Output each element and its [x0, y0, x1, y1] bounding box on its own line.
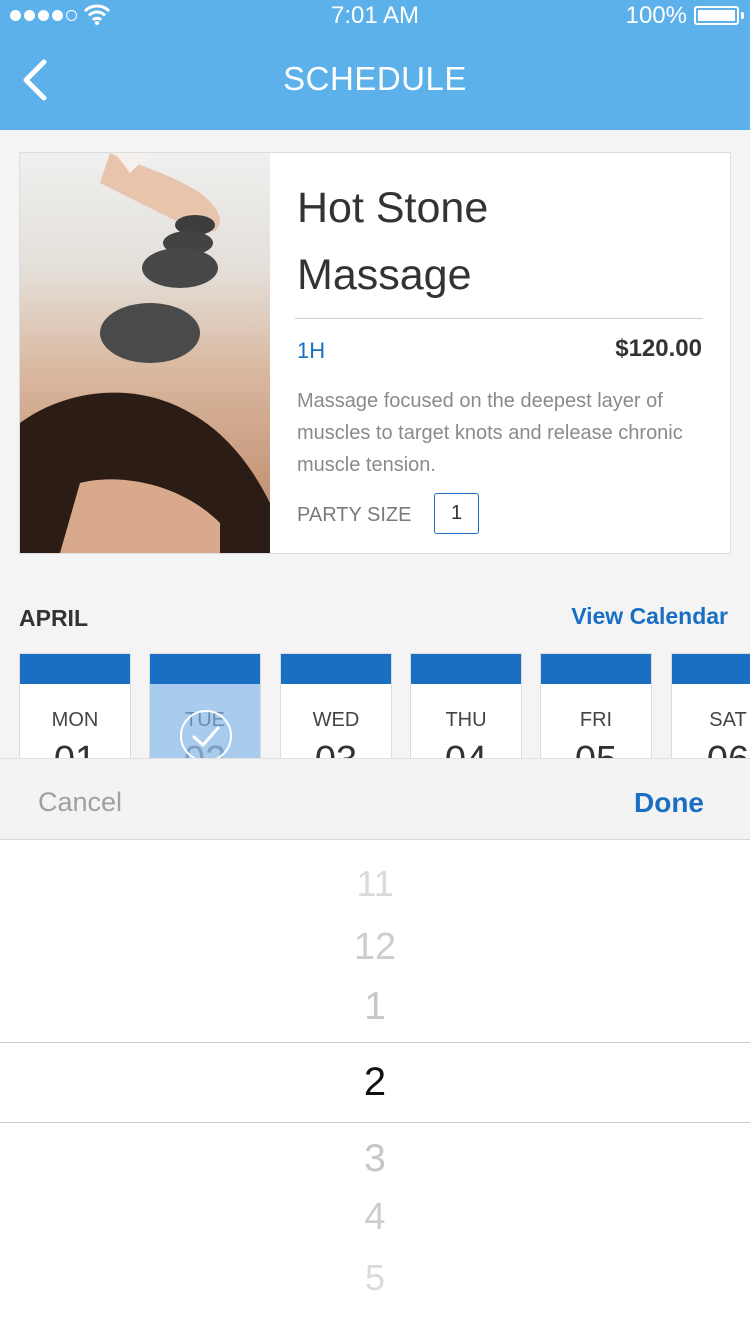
- day-card-header: [281, 654, 391, 684]
- battery-percent: 100%: [625, 2, 687, 29]
- picker-option[interactable]: 5: [0, 1257, 750, 1299]
- month-label: APRIL: [19, 605, 88, 631]
- picker-option[interactable]: 12: [0, 926, 750, 969]
- picker-selection-line-top: [0, 1042, 750, 1043]
- picker-selection-line-bottom: [0, 1122, 750, 1123]
- party-size-field[interactable]: 1: [434, 493, 479, 534]
- battery-tip: [741, 12, 744, 19]
- cancel-button[interactable]: Cancel: [38, 787, 122, 818]
- picker-option[interactable]: 3: [0, 1137, 750, 1181]
- card-divider: [295, 318, 703, 319]
- service-name-line2: Massage: [297, 251, 472, 299]
- day-card-header: [411, 654, 521, 684]
- service-price: $120.00: [615, 335, 702, 362]
- service-duration: 1H: [297, 338, 326, 363]
- picker-option[interactable]: 1: [0, 985, 750, 1029]
- day-card-header: [672, 654, 750, 684]
- page-title: SCHEDULE: [283, 60, 467, 97]
- service-description: Massage focused on the deepest layer of …: [297, 390, 683, 476]
- day-card-mon[interactable]: MON 01: [19, 653, 131, 773]
- service-card: Hot Stone Massage 1H $120.00 Massage foc…: [19, 152, 731, 554]
- picker-sheet: Cancel Done 11 12 1 2 3 4 5: [0, 758, 750, 1334]
- picker-toolbar: Cancel Done: [0, 758, 750, 840]
- picker-option[interactable]: 11: [0, 863, 750, 905]
- party-size-picker[interactable]: 11 12 1 2 3 4 5: [0, 840, 750, 1334]
- picker-option[interactable]: 4: [0, 1196, 750, 1239]
- picker-option-selected[interactable]: 2: [0, 1060, 750, 1105]
- done-button[interactable]: Done: [634, 787, 704, 819]
- service-name-line1: Hot Stone: [297, 184, 489, 232]
- party-size-label: PARTY SIZE: [297, 504, 412, 526]
- day-name: THU: [445, 709, 487, 731]
- day-name: MON: [51, 709, 99, 731]
- massage-photo: [20, 153, 270, 553]
- status-bar: 7:01 AM 100%: [0, 0, 750, 32]
- service-name: Hot Stone Massage: [297, 175, 488, 309]
- day-name: SAT: [709, 709, 747, 731]
- view-calendar-link[interactable]: View Calendar: [571, 603, 728, 630]
- checkmark-icon: [180, 710, 232, 762]
- day-name: WED: [312, 709, 360, 731]
- day-card-sat[interactable]: SAT 06: [671, 653, 750, 773]
- day-card-wed[interactable]: WED 03: [280, 653, 392, 773]
- day-card-thu[interactable]: THU 04: [410, 653, 522, 773]
- app-header: 7:01 AM 100% SCHEDULE: [0, 0, 750, 130]
- day-name: FRI: [579, 709, 613, 731]
- battery-icon: [694, 6, 739, 25]
- day-card-tue[interactable]: TUE 02: [149, 653, 261, 773]
- day-card-header: [20, 654, 130, 684]
- day-card-header: [150, 654, 260, 684]
- day-card-header: [541, 654, 651, 684]
- day-card-fri[interactable]: FRI 05: [540, 653, 652, 773]
